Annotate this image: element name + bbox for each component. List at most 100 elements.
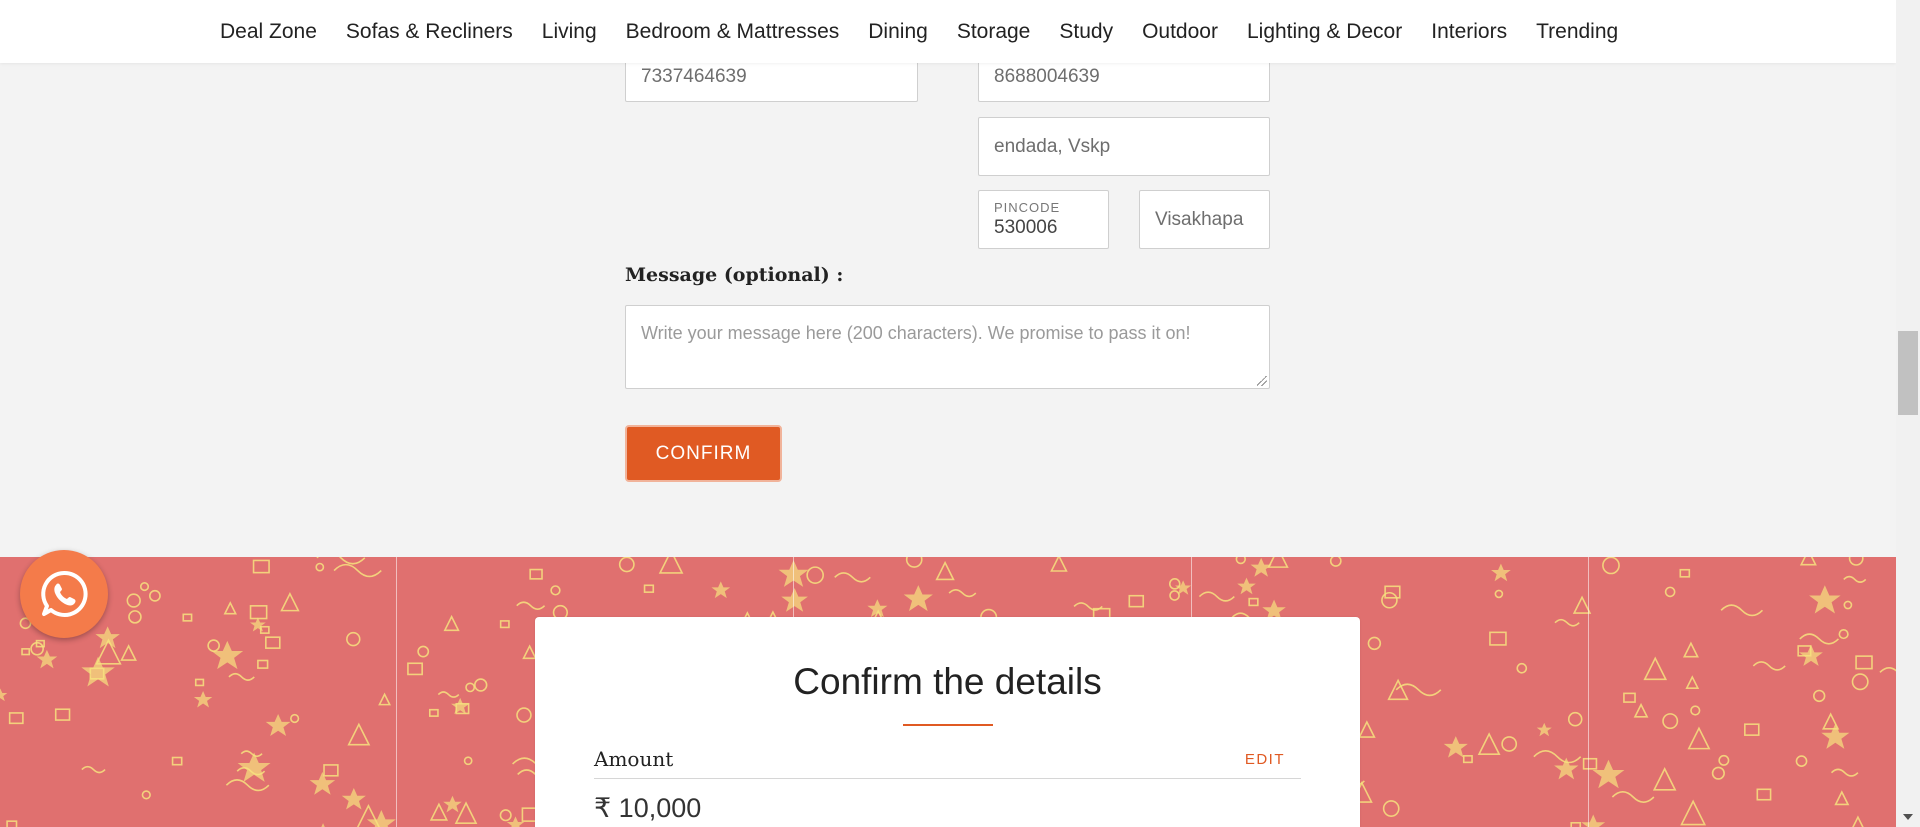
doodle-shape (0, 688, 8, 702)
doodle-shape (1843, 600, 1853, 610)
doodle-shape (1799, 633, 1840, 645)
nav-item[interactable]: Storage (957, 20, 1031, 44)
doodle-shape (1752, 661, 1786, 671)
whatsapp-button[interactable] (20, 550, 108, 638)
scrollbar-thumb[interactable] (1898, 331, 1918, 415)
doodle-shape (1554, 618, 1580, 627)
nav-item[interactable]: Dining (868, 20, 928, 44)
doodle-shape (1462, 755, 1473, 764)
message-placeholder: Write your message here (200 characters)… (641, 323, 1191, 343)
city-field[interactable]: Visakhapa (1139, 190, 1270, 249)
doodle-shape (120, 644, 137, 661)
doodle-shape (141, 790, 151, 800)
doodle-shape (948, 588, 977, 598)
doodle-shape (451, 697, 470, 715)
nav-item[interactable]: Lighting & Decor (1247, 20, 1402, 44)
doodle-shape (1536, 722, 1552, 737)
doodle-shape (36, 649, 58, 669)
doodle-shape (341, 788, 366, 810)
nav-item[interactable]: Outdoor (1142, 20, 1218, 44)
doodle-shape (1664, 586, 1676, 598)
doodle-shape (407, 662, 423, 676)
message-textarea[interactable]: Write your message here (200 characters)… (625, 305, 1270, 389)
doodle-shape (211, 640, 244, 670)
doodle-shape (1821, 723, 1850, 749)
doodle-shape (1384, 585, 1401, 599)
doodle-shape (1168, 578, 1181, 590)
doodle-shape (1690, 705, 1701, 716)
doodle-shape (1852, 815, 1864, 827)
doodle-shape (95, 638, 122, 665)
nav-item[interactable]: Bedroom & Mattresses (626, 20, 840, 44)
doodle-shape (1501, 736, 1518, 752)
tile-divider (1588, 557, 1589, 827)
doodle-shape (1329, 557, 1342, 567)
doodle-shape (1382, 800, 1400, 817)
doodle-shape (315, 562, 325, 572)
doodle-shape (1128, 594, 1145, 608)
doodle-shape (252, 559, 270, 574)
doodle-shape (1494, 589, 1504, 599)
doodle-shape (265, 713, 291, 737)
doodle-shape (126, 593, 141, 608)
pincode-field[interactable]: PINCODE 530006 (978, 190, 1109, 249)
address-value: endada, Vskp (994, 135, 1111, 157)
doodle-shape (437, 691, 460, 698)
doodle-shape (1381, 591, 1398, 609)
doodle-shape (618, 557, 635, 573)
doodle-shape (8, 712, 24, 725)
doodle-shape (182, 613, 193, 622)
doodle-shape (1567, 711, 1583, 727)
doodle-shape (905, 557, 923, 568)
doodle-shape (474, 678, 488, 692)
amount-divider (594, 778, 1301, 779)
nav-item[interactable]: Study (1059, 20, 1113, 44)
doodle-shape (529, 568, 543, 580)
resize-handle-icon[interactable] (1257, 376, 1267, 386)
doodle-shape (443, 614, 460, 632)
doodle-shape (1809, 585, 1841, 614)
doodle-shape (1843, 575, 1867, 583)
confirm-button[interactable]: CONFIRM (625, 425, 782, 482)
doodle-shape (81, 765, 106, 774)
doodle-shape (1652, 767, 1677, 791)
edit-amount-link[interactable]: EDIT (1245, 751, 1285, 768)
doodle-shape (1744, 723, 1760, 736)
address-field[interactable]: endada, Vskp (978, 117, 1270, 176)
doodle-shape (1848, 557, 1864, 566)
nav-item[interactable]: Living (542, 20, 597, 44)
doodle-shape (516, 601, 546, 610)
doodle-shape (658, 557, 684, 574)
doodle-shape (1756, 788, 1772, 801)
confirm-details-card: Confirm the details Amount EDIT ₹ 10,000 (535, 617, 1360, 827)
doodle-shape (1267, 557, 1289, 568)
doodle-shape (1879, 666, 1896, 673)
vertical-scrollbar[interactable] (1896, 0, 1920, 827)
doodle-shape (1799, 557, 1817, 566)
doodle-shape (463, 756, 473, 766)
doodle-shape (428, 708, 439, 717)
doodle-shape (228, 672, 255, 681)
doodle-shape (1633, 702, 1649, 718)
doodle-shape (1477, 732, 1501, 756)
doodle-shape (1720, 604, 1764, 617)
nav-item[interactable]: Sofas & Recliners (346, 20, 513, 44)
scroll-down-arrow-icon[interactable] (1903, 814, 1913, 820)
doodle-shape (429, 802, 449, 821)
doodle-shape (1602, 557, 1620, 575)
nav-item[interactable]: Trending (1536, 20, 1618, 44)
doodle-shape (711, 581, 731, 599)
doodle-shape (290, 713, 300, 724)
doodle-shape (1718, 754, 1730, 766)
doodle-shape (1795, 755, 1808, 768)
page: Deal Zone Sofas & Recliners Living Bedroom … (0, 0, 1896, 827)
doodle-shape (54, 708, 71, 721)
doodle-shape (935, 560, 955, 581)
doodle-shape (194, 678, 205, 687)
whatsapp-icon (41, 570, 88, 617)
nav-item[interactable]: Interiors (1431, 20, 1507, 44)
amount-label: Amount (594, 747, 674, 771)
nav-item[interactable]: Deal Zone (220, 20, 317, 44)
sender-phone-value: 7337464639 (641, 66, 747, 87)
doodle-shape (454, 801, 478, 825)
